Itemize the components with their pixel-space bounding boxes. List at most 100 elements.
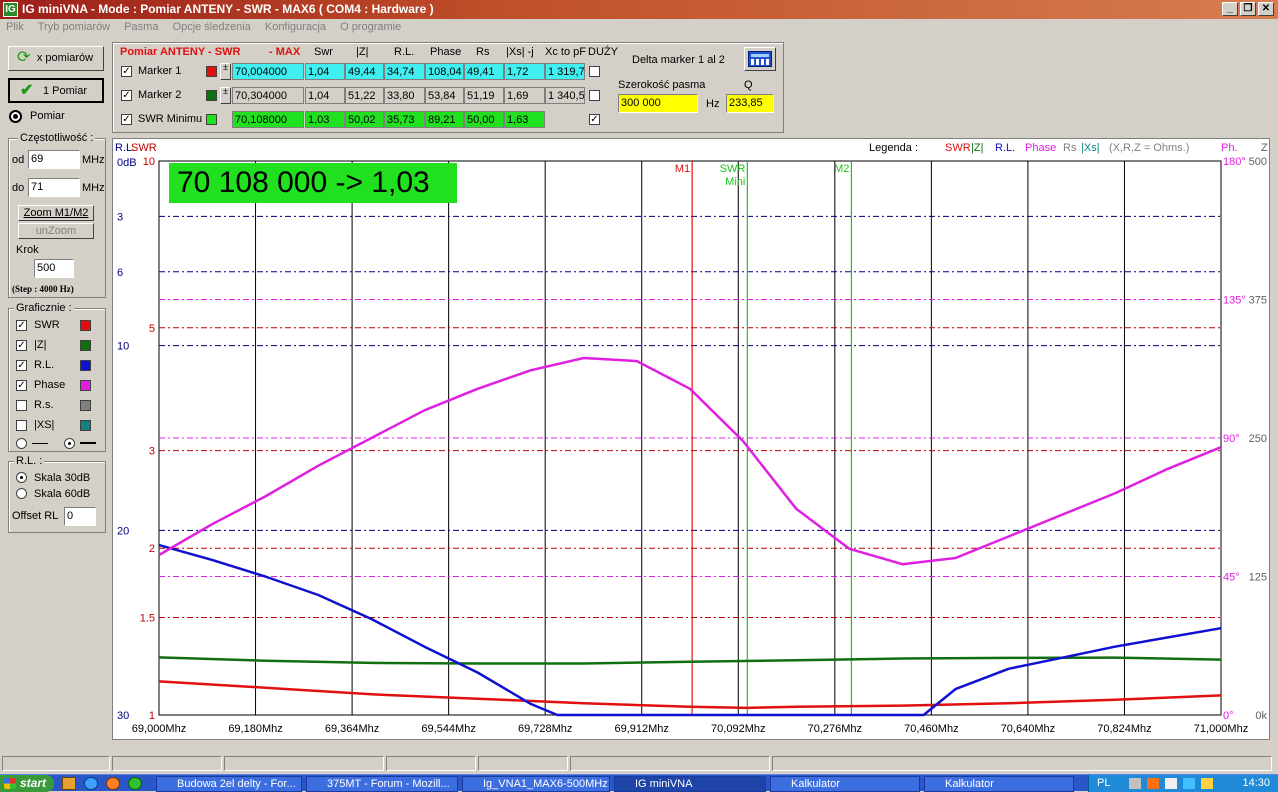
status-cell bbox=[772, 756, 1272, 771]
delta-marker-label: Delta marker 1 al 2 bbox=[632, 54, 725, 66]
marker-color-swatch[interactable] bbox=[206, 114, 217, 125]
krok-label: Krok bbox=[16, 244, 39, 256]
marker-checkbox[interactable]: ✓ bbox=[121, 66, 132, 77]
phase-axis-title: Ph. bbox=[1221, 142, 1238, 154]
menu-plik[interactable]: Plik bbox=[0, 19, 29, 33]
marker-label: M1 bbox=[675, 163, 690, 175]
trace-color-swatch[interactable] bbox=[80, 340, 91, 351]
swr-tick-label: 2 bbox=[149, 543, 155, 555]
one-pomiar-button[interactable]: ✔ 1 Pomiar bbox=[8, 78, 104, 103]
x-pomiarow-button[interactable]: ⟳ x pomiarów bbox=[8, 46, 104, 71]
chart-area[interactable]: 69,000Mhz 69,180Mhz 69,364Mhz 69,544Mhz 69,7… bbox=[112, 138, 1270, 740]
marker-value: 50,00 bbox=[464, 111, 504, 128]
trace-color-swatch[interactable] bbox=[80, 320, 91, 331]
quicklaunch-firefox-icon[interactable] bbox=[106, 777, 120, 790]
tray-doc-icon[interactable] bbox=[1165, 778, 1177, 789]
trace-checkbox[interactable] bbox=[16, 400, 27, 411]
trace-label: R.s. bbox=[34, 399, 54, 411]
tray-speaker-icon[interactable] bbox=[1201, 778, 1213, 789]
marker-adjust-button[interactable]: ± bbox=[220, 87, 231, 104]
trace-color-swatch[interactable] bbox=[80, 360, 91, 371]
do-input[interactable]: 71 bbox=[28, 178, 80, 197]
start-button[interactable]: start bbox=[0, 775, 54, 792]
q-field: 233,85 bbox=[726, 94, 774, 113]
marker-color-swatch[interactable] bbox=[206, 90, 217, 101]
table-header: R.L. bbox=[394, 46, 415, 58]
skala30-radio[interactable] bbox=[16, 472, 27, 483]
z-tick-label: 375 bbox=[1249, 295, 1267, 307]
minimize-button[interactable]: _ bbox=[1222, 2, 1238, 16]
x-tick-label: 70,824Mhz bbox=[1097, 723, 1151, 735]
phase-tick-label: 45° bbox=[1223, 572, 1240, 584]
marker-adjust-button[interactable]: ± bbox=[220, 63, 231, 80]
marker-duzy-checkbox[interactable] bbox=[589, 90, 600, 101]
x-tick-label: 69,728Mhz bbox=[518, 723, 572, 735]
quicklaunch-browser-icon[interactable] bbox=[84, 777, 98, 790]
frequency-group-title: Częstotliwość : bbox=[18, 132, 96, 144]
marker-frequency[interactable]: 70,004000 bbox=[232, 63, 304, 80]
tray-monitor-icon[interactable] bbox=[1183, 778, 1195, 789]
taskbar-task[interactable]: Kalkulator bbox=[770, 776, 920, 792]
rl-tick-label: 20 bbox=[117, 525, 129, 537]
marker-frequency[interactable]: 70,108000 bbox=[232, 111, 304, 128]
offset-rl-input[interactable]: 0 bbox=[64, 507, 96, 526]
marker-checkbox[interactable]: ✓ bbox=[121, 114, 132, 125]
trace-checkbox[interactable]: ✓ bbox=[16, 320, 27, 331]
window-title: IG miniVNA - Mode : Pomiar ANTENY - SWR … bbox=[22, 2, 434, 16]
readout-box: 70 108 000 -> 1,03 bbox=[169, 163, 457, 203]
menu-tryb-pomiarow[interactable]: Tryb pomiarów bbox=[32, 19, 115, 33]
readout-text: 70 108 000 -> 1,03 bbox=[177, 166, 430, 199]
trace-checkbox[interactable]: ✓ bbox=[16, 380, 27, 391]
language-indicator[interactable]: PL bbox=[1097, 777, 1110, 789]
marker-duzy-checkbox[interactable] bbox=[589, 66, 600, 77]
quicklaunch-desktop-icon[interactable] bbox=[62, 777, 76, 790]
od-input[interactable]: 69 bbox=[28, 150, 80, 169]
zoom-button[interactable]: Zoom M1/M2 bbox=[18, 205, 94, 221]
taskbar-task[interactable]: Ig_VNA1_MAX6-500MHz bbox=[462, 776, 610, 792]
thin-line-radio[interactable] bbox=[16, 438, 27, 449]
swr-tick-label: 3 bbox=[149, 446, 155, 458]
trace-color-swatch[interactable] bbox=[80, 400, 91, 411]
swr-tick-label: 5 bbox=[149, 323, 155, 335]
thick-line-radio[interactable] bbox=[64, 438, 75, 449]
x-tick-label: 70,092Mhz bbox=[711, 723, 765, 735]
status-cell bbox=[478, 756, 568, 771]
tray-app-icon[interactable] bbox=[1147, 778, 1159, 789]
marker-frequency[interactable]: 70,304000 bbox=[232, 87, 304, 104]
marker-duzy-checkbox[interactable]: ✓ bbox=[589, 114, 600, 125]
quicklaunch-chrome-icon[interactable] bbox=[128, 777, 142, 790]
unzoom-button[interactable]: unZoom bbox=[18, 223, 94, 239]
taskbar-task[interactable]: Budowa 2el delty - For... bbox=[156, 776, 302, 792]
marker-value: 1,04 bbox=[305, 87, 345, 104]
close-button[interactable]: ✕ bbox=[1258, 2, 1274, 16]
marker-color-swatch[interactable] bbox=[206, 66, 217, 77]
trace-checkbox[interactable]: ✓ bbox=[16, 340, 27, 351]
status-cell bbox=[224, 756, 384, 771]
pomiar-label: Pomiar bbox=[30, 110, 65, 122]
menu-o-programie[interactable]: O programie bbox=[334, 19, 406, 33]
trace-label: |Z| bbox=[34, 339, 47, 351]
taskbar-task[interactable]: 375MT - Forum - Mozill... bbox=[306, 776, 458, 792]
status-cell bbox=[570, 756, 770, 771]
krok-input[interactable]: 500 bbox=[34, 259, 74, 278]
skala30-label: Skala 30dB bbox=[34, 472, 91, 484]
trace-checkbox[interactable]: ✓ bbox=[16, 360, 27, 371]
marker-value: 1 340,5 bbox=[545, 87, 585, 104]
rl-tick-label: 10 bbox=[117, 341, 129, 353]
marker-checkbox[interactable]: ✓ bbox=[121, 90, 132, 101]
menu-pasma[interactable]: Pasma bbox=[118, 19, 163, 33]
menu-opcje-sledzenia[interactable]: Opcje śledzenia bbox=[167, 19, 256, 33]
calculator-button[interactable] bbox=[744, 47, 776, 71]
table-title: Pomiar ANTENY - SWR bbox=[120, 46, 241, 58]
trace-checkbox[interactable] bbox=[16, 420, 27, 431]
taskbar: start Budowa 2el delty - For... 375MT - … bbox=[0, 774, 1278, 792]
menu-konfiguracja[interactable]: Konfiguracja bbox=[259, 19, 331, 33]
trace-color-swatch[interactable] bbox=[80, 380, 91, 391]
skala60-radio[interactable] bbox=[16, 488, 27, 499]
clock: 14:30 bbox=[1242, 777, 1270, 789]
tray-network-icon[interactable] bbox=[1129, 778, 1141, 789]
trace-color-swatch[interactable] bbox=[80, 420, 91, 431]
taskbar-task-active[interactable]: IG miniVNA bbox=[614, 776, 766, 792]
restore-button[interactable]: ❐ bbox=[1240, 2, 1256, 16]
taskbar-task[interactable]: Kalkulator bbox=[924, 776, 1074, 792]
